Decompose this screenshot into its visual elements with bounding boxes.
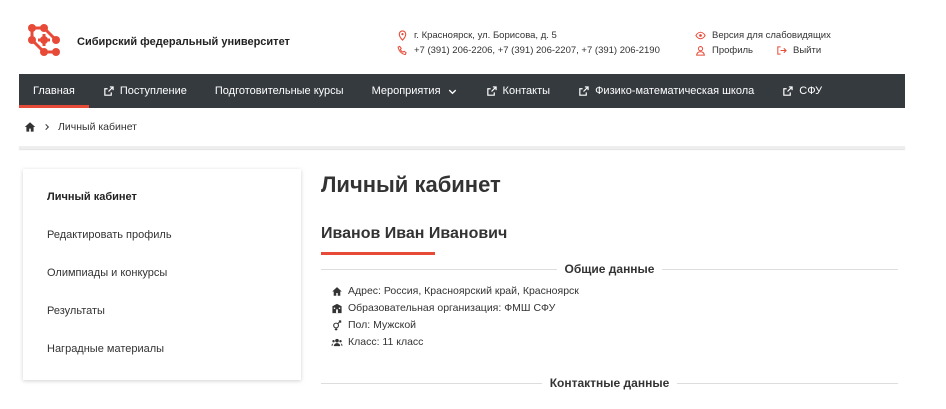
sfu-logo-icon[interactable] [24, 20, 64, 60]
nav-item-label: Физико-математическая школа [595, 85, 755, 97]
external-link-icon [579, 85, 589, 96]
address-text: г. Красноярск, ул. Борисова, д. 5 [414, 30, 557, 41]
header-contacts: г. Красноярск, ул. Борисова, д. 5 +7 (39… [396, 28, 660, 58]
phones-text[interactable]: +7 (391) 206-2206, +7 (391) 206-2207, +7… [414, 43, 660, 58]
eye-icon [694, 30, 706, 42]
account-links-row: Профиль Выйти [694, 43, 831, 58]
brand-name[interactable]: Сибирский федеральный университет [77, 36, 290, 48]
phones-row: +7 (391) 206-2206, +7 (391) 206-2207, +7… [396, 43, 660, 58]
general-info: Адрес: Россия, Красноярский край, Красно… [331, 283, 579, 351]
info-organization: Образовательная организация: ФМШ СФУ [331, 300, 579, 317]
nav-item-admission[interactable]: Поступление [89, 74, 201, 108]
main-nav: Главная Поступление Подготовительные кур… [19, 74, 905, 108]
chevron-right-icon [45, 123, 50, 131]
nav-item-events[interactable]: Мероприятия [358, 74, 472, 108]
logout-link[interactable]: Выйти [793, 43, 821, 58]
sidebar-item-dashboard[interactable]: Личный кабинет [23, 178, 301, 216]
contact-section-heading: Контактные данные [321, 375, 898, 391]
sidebar: Личный кабинет Редактировать профиль Оли… [23, 169, 301, 380]
user-icon [694, 45, 706, 57]
header-account: Версия для слабовидящих Профиль Выйти [694, 28, 831, 58]
breadcrumb-current: Личный кабинет [58, 121, 137, 133]
home-icon[interactable] [24, 121, 36, 133]
nav-item-sfu[interactable]: СФУ [768, 74, 836, 108]
gender-icon [333, 320, 342, 331]
phone-icon [396, 45, 408, 57]
info-grade: Класс: 11 класс [331, 334, 579, 351]
external-link-icon [783, 85, 793, 96]
nav-item-label: Поступление [119, 85, 187, 97]
chevron-down-icon [448, 89, 456, 94]
contact-heading-label: Контактные данные [549, 376, 670, 390]
external-link-icon [104, 85, 114, 96]
name-underline [321, 252, 435, 255]
sidebar-item-olympiads[interactable]: Олимпиады и конкурсы [23, 254, 301, 292]
accessibility-link[interactable]: Версия для слабовидящих [712, 28, 831, 43]
nav-item-home[interactable]: Главная [19, 74, 89, 108]
sidebar-item-edit-profile[interactable]: Редактировать профиль [23, 216, 301, 254]
general-heading-label: Общие данные [564, 262, 655, 276]
sidebar-item-awards[interactable]: Наградные материалы [23, 330, 301, 368]
nav-item-label: Контакты [502, 85, 551, 97]
nav-item-label: Главная [33, 85, 75, 97]
nav-item-label: Мероприятия [371, 85, 441, 97]
nav-item-label: Подготовительные курсы [214, 85, 344, 97]
nav-item-label: СФУ [799, 85, 823, 97]
info-gender: Пол: Мужской [331, 317, 579, 334]
nav-item-contacts[interactable]: Контакты [472, 74, 565, 108]
external-link-icon [486, 85, 497, 96]
page-title: Личный кабинет [321, 172, 501, 197]
nav-item-courses[interactable]: Подготовительные курсы [201, 74, 358, 108]
profile-link[interactable]: Профиль [712, 43, 753, 58]
accessibility-row[interactable]: Версия для слабовидящих [694, 28, 831, 43]
nav-item-physmath-school[interactable]: Физико-математическая школа [564, 74, 768, 108]
address-row: г. Красноярск, ул. Борисова, д. 5 [396, 28, 660, 43]
users-icon [331, 338, 343, 347]
sidebar-item-results[interactable]: Результаты [23, 292, 301, 330]
header-divider [19, 146, 905, 149]
school-icon [332, 303, 342, 314]
info-address: Адрес: Россия, Красноярский край, Красно… [331, 283, 579, 300]
breadcrumb: Личный кабинет [24, 121, 137, 133]
logout-icon [775, 45, 787, 57]
general-section-heading: Общие данные [321, 261, 898, 277]
map-marker-icon [396, 30, 408, 42]
home-icon [332, 287, 342, 296]
user-name: Иванов Иван Иванович [321, 225, 508, 242]
